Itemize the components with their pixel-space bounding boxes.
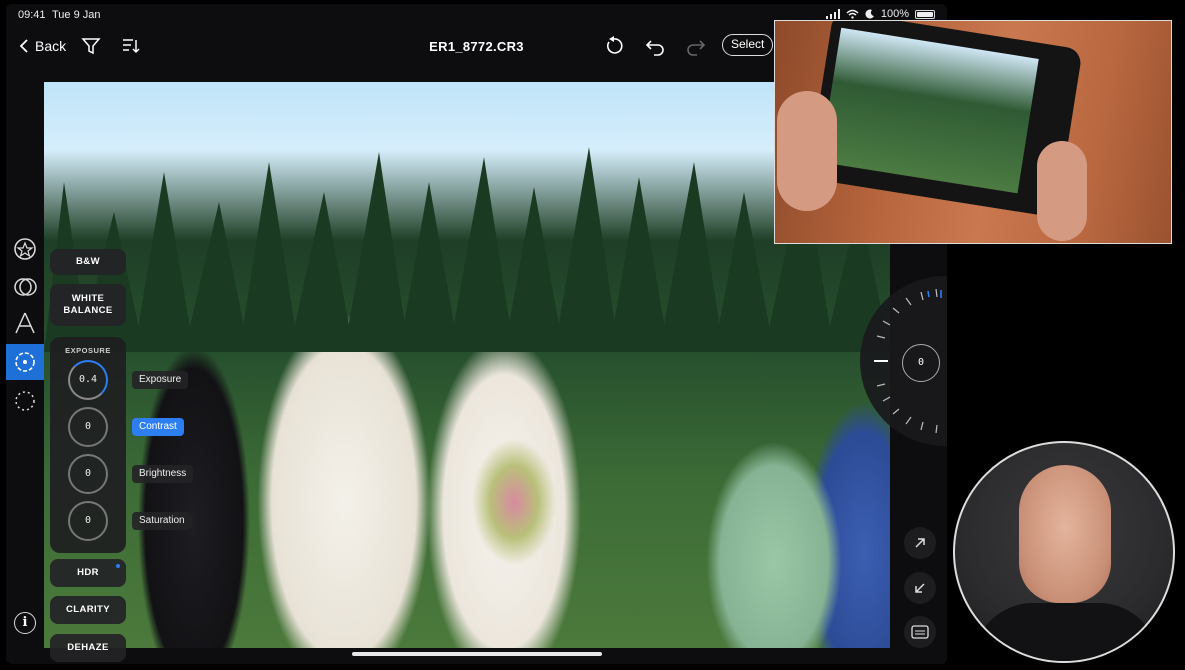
exposure-tag[interactable]: Exposure <box>132 371 189 389</box>
home-indicator <box>352 652 602 656</box>
white-balance-button[interactable]: WHITE BALANCE <box>50 284 126 326</box>
hdr-label: HDR <box>77 567 99 578</box>
arrow-up-right-icon <box>915 538 925 548</box>
contrast-tag[interactable]: Contrast <box>132 418 184 436</box>
white-balance-label-2: BALANCE <box>63 305 113 316</box>
brightness-tag[interactable]: Brightness <box>132 465 194 483</box>
hdr-button[interactable]: HDR <box>50 559 126 587</box>
revert-icon[interactable] <box>604 36 624 56</box>
inset-right-hand <box>1037 141 1087 241</box>
compare-button[interactable] <box>904 616 936 648</box>
redo-icon[interactable] <box>686 36 706 56</box>
exposure-knob[interactable]: 0.4 <box>68 360 108 400</box>
status-right: 100% <box>825 8 935 20</box>
select-button[interactable]: Select <box>722 34 774 56</box>
hdr-active-dot <box>116 564 120 568</box>
inset-left-hand <box>777 91 837 211</box>
info-button[interactable]: i <box>14 612 36 634</box>
contrast-knob[interactable]: 0 <box>68 407 108 447</box>
photo-canvas[interactable] <box>44 82 890 648</box>
presets-star-icon[interactable] <box>12 236 38 262</box>
battery-percent: 100% <box>880 8 909 20</box>
exposure-panel-title: EXPOSURE <box>65 346 111 355</box>
expand-button[interactable] <box>904 527 936 559</box>
bw-button[interactable]: B&W <box>50 249 126 275</box>
compare-icon <box>911 625 929 639</box>
signal-icon <box>825 9 840 19</box>
effects-icon[interactable] <box>12 388 38 414</box>
status-time: 09:41 <box>18 9 46 21</box>
saturation-tag[interactable]: Saturation <box>132 512 192 530</box>
battery-icon <box>915 9 935 19</box>
white-balance-label-1: WHITE <box>71 293 105 304</box>
brightness-knob[interactable]: 0 <box>68 454 108 494</box>
light-icon[interactable] <box>12 349 38 375</box>
clarity-button[interactable]: CLARITY <box>50 596 126 624</box>
saturation-knob[interactable]: 0 <box>68 501 108 541</box>
undo-icon[interactable] <box>645 36 665 56</box>
wifi-icon <box>846 9 859 19</box>
dehaze-button[interactable]: DEHAZE <box>50 634 126 662</box>
collapse-button[interactable] <box>904 572 936 604</box>
arrow-down-left-icon <box>915 583 925 593</box>
moon-icon <box>865 9 874 19</box>
inset-ipad-screen <box>819 27 1039 194</box>
webcam-presenter <box>953 441 1175 663</box>
status-date: Tue 9 Jan <box>52 9 101 21</box>
webcam-shirt <box>973 603 1159 661</box>
dial-value: 0 <box>902 344 940 382</box>
inset-video <box>774 20 1172 244</box>
geometry-icon[interactable] <box>12 310 38 336</box>
photo-trees <box>44 147 890 352</box>
color-icon[interactable] <box>12 274 38 300</box>
webcam-face <box>1019 465 1111 603</box>
